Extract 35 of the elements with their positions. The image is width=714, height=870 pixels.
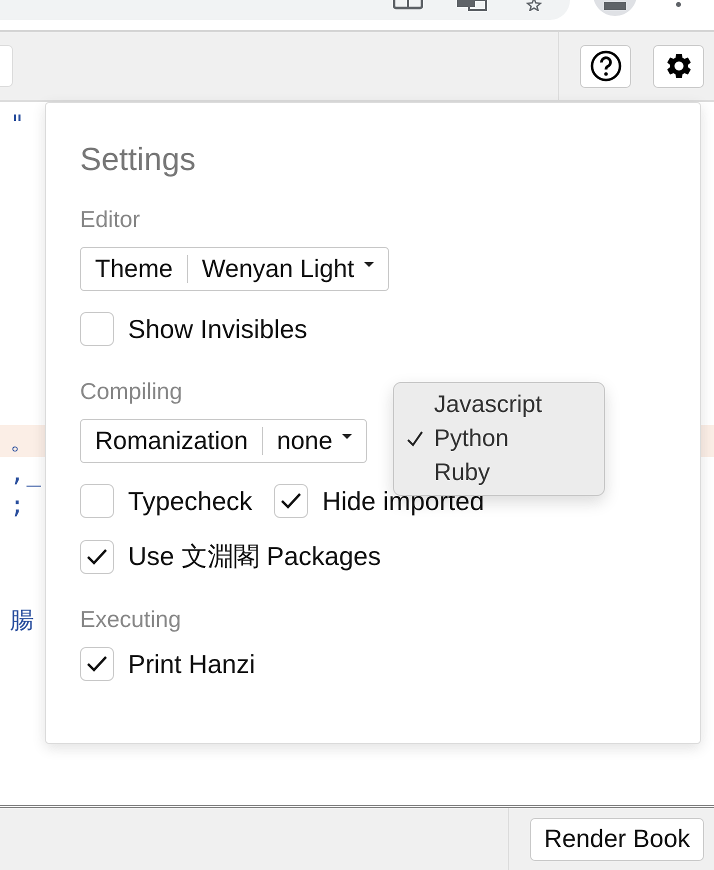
- select-control[interactable]: Theme Wenyan Light: [80, 247, 390, 291]
- settings-title: Settings: [80, 141, 197, 178]
- menu-icon[interactable]: [676, 2, 681, 7]
- menu-item[interactable]: Python: [394, 422, 604, 456]
- help-button[interactable]: [580, 44, 631, 88]
- checkbox-label: Show Invisibles: [128, 314, 308, 344]
- checkbox[interactable]: [274, 484, 308, 518]
- checkbox-label: Print Hanzi: [128, 648, 256, 680]
- section-heading: Editor: [80, 206, 142, 233]
- check-icon: [86, 548, 108, 566]
- checkbox[interactable]: [80, 647, 114, 681]
- code-line: ,_: [10, 458, 43, 489]
- checkbox[interactable]: [80, 540, 114, 574]
- code-line: 腸: [10, 605, 34, 636]
- settings-button[interactable]: [653, 44, 704, 88]
- render-book-button[interactable]: Render Book: [530, 818, 704, 860]
- checkbox[interactable]: [80, 312, 114, 346]
- caret-icon: [342, 434, 352, 438]
- checkbox-label: Typecheck: [128, 486, 252, 516]
- menu-item[interactable]: Javascript: [394, 388, 604, 422]
- check-icon: [86, 655, 108, 673]
- input-field[interactable]: [0, 45, 13, 87]
- section-heading: Executing: [80, 606, 182, 633]
- help-icon: [590, 50, 622, 82]
- translate-icon[interactable]: [457, 0, 487, 11]
- checkbox[interactable]: [80, 484, 114, 518]
- check-icon: [280, 492, 302, 510]
- caret-icon: [364, 262, 374, 266]
- code-line: ": [10, 109, 24, 140]
- reader-icon[interactable]: [393, 0, 423, 11]
- checkbox-label: Use 文淵閣 Packages: [128, 540, 381, 573]
- address-bar[interactable]: [0, 0, 570, 20]
- select-control[interactable]: Romanization none: [80, 419, 368, 463]
- code-line: ;: [10, 490, 24, 521]
- section-heading: Compiling: [80, 378, 184, 405]
